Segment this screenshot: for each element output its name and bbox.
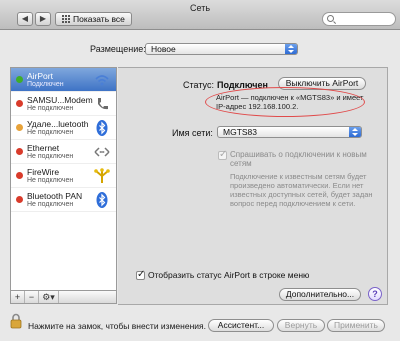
lock-icon[interactable] <box>10 313 22 329</box>
wifi-icon <box>93 71 111 89</box>
service-item[interactable]: FireWire Не подключен <box>11 164 116 188</box>
service-list-buttons: + − ⚙▾ <box>10 291 117 304</box>
turn-off-airport-button[interactable]: Выключить AirPort <box>278 77 366 90</box>
status-dot-icon <box>16 148 23 155</box>
ethernet-icon <box>93 143 111 161</box>
show-airport-status-label: Отобразить статус AirPort в строке меню <box>148 270 310 280</box>
location-value: Новое <box>151 44 176 54</box>
service-status: Не подключен <box>27 105 74 112</box>
service-item[interactable]: AirPort Подключен <box>11 68 116 92</box>
ask-to-join-label-line1: Спрашивать о подключении к новым <box>230 150 367 159</box>
bluetooth-icon <box>93 191 111 209</box>
location-label: Размещение: <box>90 44 146 54</box>
lock-message: Нажмите на замок, чтобы внести изменения… <box>28 321 206 331</box>
show-all-label: Показать все <box>73 14 125 24</box>
status-dot-icon <box>16 100 23 107</box>
bluetooth-icon <box>93 119 111 137</box>
apply-button[interactable]: Применить <box>327 319 385 332</box>
grid-icon <box>62 15 70 23</box>
forward-button[interactable]: ▶ <box>35 12 51 26</box>
status-dot-icon <box>16 196 23 203</box>
service-status: Подключен <box>27 81 64 88</box>
status-description-line2: IP-адрес 192.168.100.2. <box>216 102 299 111</box>
revert-button[interactable]: Вернуть <box>277 319 325 332</box>
status-dot-icon <box>16 124 23 131</box>
service-name: Bluetooth PAN <box>27 191 83 201</box>
status-value: Подключен <box>217 80 268 90</box>
detail-pane: Статус: Подключен Выключить AirPort AirP… <box>118 67 388 305</box>
assistant-button[interactable]: Ассистент... <box>208 319 274 332</box>
status-description-line1: AirPort — подключен к «MGTS83» и имеет <box>216 93 364 102</box>
service-status: Не подключен <box>27 129 74 136</box>
popup-arrows-icon <box>285 44 297 54</box>
service-item[interactable]: SAMSU...Modem Не подключен <box>11 92 116 116</box>
advanced-button[interactable]: Дополнительно... <box>279 288 361 301</box>
service-item[interactable]: Удале...luetooth Не подключен <box>11 116 116 140</box>
back-button[interactable]: ◀ <box>17 12 33 26</box>
ask-to-join-label-line2: сетям <box>230 159 252 168</box>
service-list: AirPort Подключен SAMSU...Modem Не подключе… <box>10 67 117 291</box>
service-name: SAMSU...Modem <box>27 95 93 105</box>
help-button[interactable]: ? <box>368 287 382 301</box>
status-dot-icon <box>16 76 23 83</box>
service-status: Не подключен <box>27 153 74 160</box>
popup-arrows-icon <box>349 127 361 137</box>
firewire-icon <box>93 167 111 185</box>
add-service-button[interactable]: + <box>11 291 25 303</box>
status-dot-icon <box>16 172 23 179</box>
network-name-value: MGTS83 <box>223 127 258 137</box>
service-item[interactable]: Bluetooth PAN Не подключен <box>11 188 116 212</box>
service-name: Удале...luetooth <box>27 119 89 129</box>
search-field[interactable] <box>322 12 396 26</box>
remove-service-button[interactable]: − <box>25 291 39 303</box>
service-name: Ethernet <box>27 143 60 153</box>
service-status: Не подключен <box>27 177 74 184</box>
ask-to-join-checkbox[interactable] <box>218 149 227 160</box>
status-label: Статус: <box>183 80 214 90</box>
network-preferences-window: Сеть ◀ ▶ Показать все Размещение: Новое … <box>0 0 400 341</box>
phone-icon <box>93 95 111 113</box>
search-icon <box>327 15 334 22</box>
service-name: AirPort <box>27 71 53 81</box>
title-bar: Сеть ◀ ▶ Показать все <box>0 0 400 30</box>
location-popup[interactable]: Новое <box>145 43 298 55</box>
network-name-popup[interactable]: MGTS83 <box>217 126 362 138</box>
ask-to-join-description: Подключение к известным сетям будет прои… <box>230 172 373 208</box>
service-status: Не подключен <box>27 201 74 208</box>
service-action-button[interactable]: ⚙▾ <box>39 291 59 303</box>
show-airport-status-checkbox[interactable] <box>136 269 145 280</box>
network-name-label: Имя сети: <box>172 128 213 138</box>
service-item[interactable]: Ethernet Не подключен <box>11 140 116 164</box>
show-all-button[interactable]: Показать все <box>55 12 132 26</box>
service-name: FireWire <box>27 167 60 177</box>
